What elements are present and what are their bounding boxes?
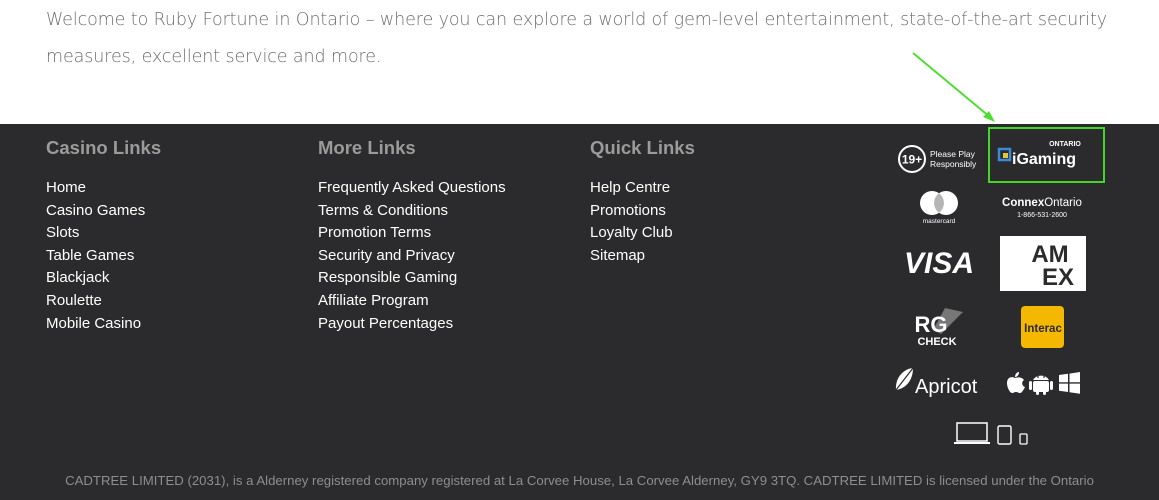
annotation-arrow-icon <box>912 52 995 122</box>
